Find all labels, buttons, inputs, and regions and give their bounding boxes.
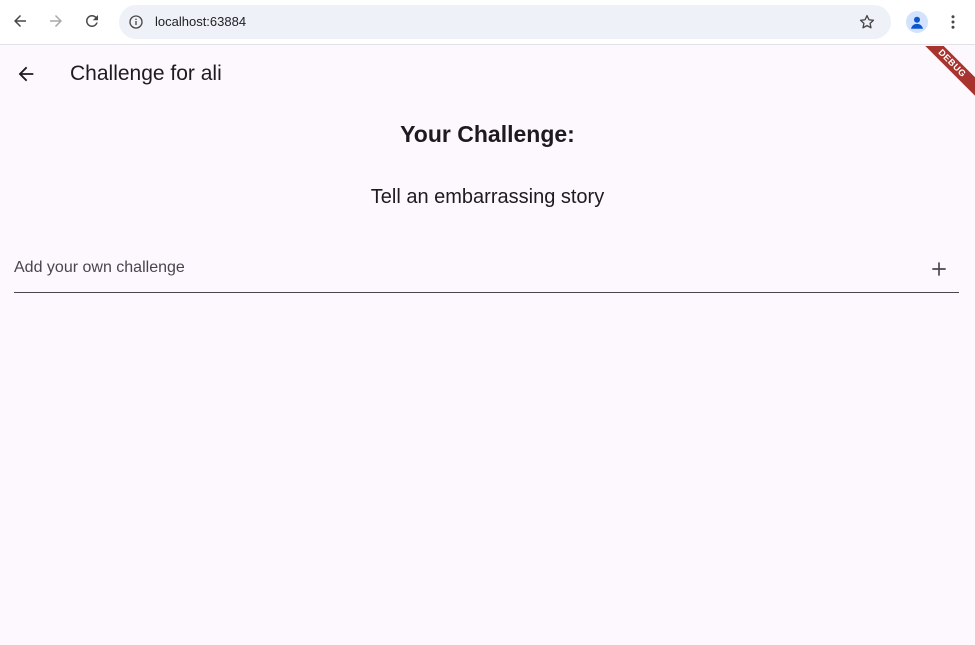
custom-challenge-input[interactable] bbox=[14, 256, 914, 280]
arrow-back-icon bbox=[18, 66, 34, 82]
back-button[interactable] bbox=[10, 58, 42, 90]
browser-forward-button[interactable] bbox=[42, 7, 70, 35]
reload-icon bbox=[85, 14, 98, 27]
browser-back-button[interactable] bbox=[6, 7, 34, 35]
arrow-left-icon bbox=[14, 15, 26, 27]
app-bar: Challenge for ali bbox=[0, 46, 975, 102]
browser-reload-button[interactable] bbox=[78, 7, 106, 35]
page-title: Challenge for ali bbox=[70, 62, 222, 85]
site-info-icon[interactable] bbox=[126, 12, 146, 32]
custom-challenge-field bbox=[14, 246, 959, 293]
profile-avatar-icon[interactable] bbox=[906, 11, 928, 33]
challenge-text: Tell an embarrassing story bbox=[370, 186, 605, 208]
browser-toolbar: localhost:63884 bbox=[0, 0, 975, 45]
url-text[interactable]: localhost:63884 bbox=[155, 14, 246, 29]
challenge-heading: Your Challenge: bbox=[400, 121, 575, 147]
add-challenge-button[interactable] bbox=[927, 257, 951, 281]
browser-menu-icon[interactable] bbox=[943, 10, 963, 34]
bookmark-star-icon[interactable] bbox=[857, 12, 877, 32]
address-bar[interactable]: localhost:63884 bbox=[119, 5, 891, 39]
arrow-right-icon bbox=[50, 15, 62, 27]
plus-icon bbox=[932, 262, 946, 276]
